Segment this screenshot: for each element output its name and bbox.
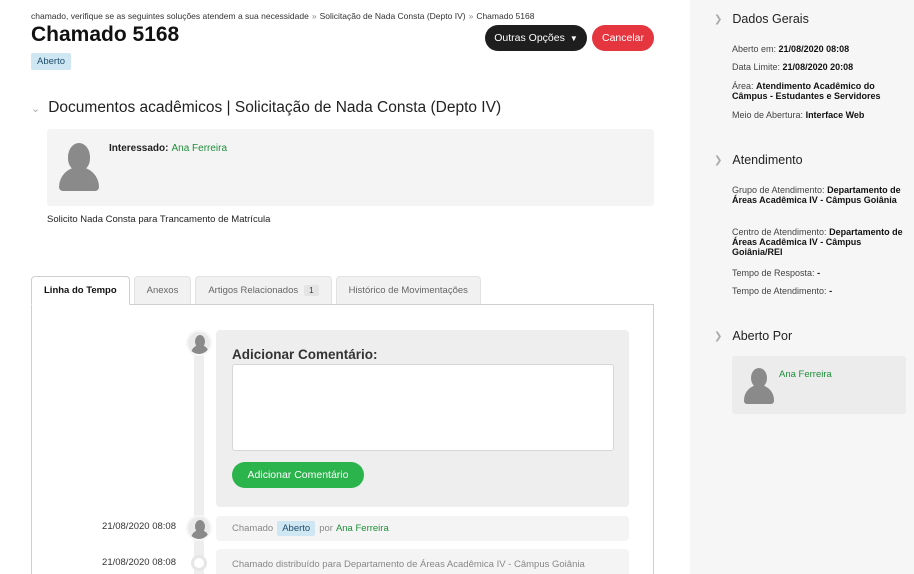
field-label: Grupo de Atendimento: (732, 185, 825, 195)
field-label: Aberto em: (732, 44, 777, 54)
chevron-right-icon: ❯ (714, 154, 723, 166)
channel-field: Meio de Abertura: Interface Web (732, 110, 908, 120)
section-toggle[interactable]: ⌄ Documentos acadêmicos | Solicitação de… (31, 99, 501, 117)
timeline-event: Chamado distribuído para Departamento de… (216, 549, 629, 574)
more-options-label: Outras Opções (494, 32, 565, 44)
ticket-description: Solicito Nada Consta para Trancamento de… (47, 214, 271, 225)
sidebar-section-opened-by[interactable]: ❯ Aberto Por (714, 329, 792, 343)
event-prefix: Chamado (232, 523, 274, 534)
event-text: Chamado distribuído para Departamento de… (232, 559, 585, 570)
field-value: - (829, 286, 833, 296)
comment-title: Adicionar Comentário: (232, 347, 378, 362)
breadcrumb-separator: » (311, 11, 317, 21)
tab-bar: Linha do Tempo Anexos Artigos Relacionad… (31, 276, 485, 305)
section-title: Dados Gerais (732, 12, 809, 26)
field-value: Interface Web (805, 110, 865, 120)
service-group-field: Grupo de Atendimento: Departamento de Ár… (732, 185, 908, 205)
event-by: por (319, 523, 333, 534)
user-avatar-icon (59, 143, 99, 191)
field-value: 21/08/2020 20:08 (782, 62, 854, 72)
timeline-date: 21/08/2020 08:08 (102, 521, 176, 532)
sidebar: ❯ Dados Gerais Aberto em: 21/08/2020 08:… (690, 0, 914, 574)
breadcrumb-item-service[interactable]: Solicitação de Nada Consta (Depto IV) (320, 11, 466, 21)
timeline-date: 21/08/2020 08:08 (102, 557, 176, 568)
field-value: 21/08/2020 08:08 (778, 44, 850, 54)
section-title: Aberto Por (732, 329, 793, 343)
section-title: Documentos acadêmicos | Solicitação de N… (48, 99, 502, 116)
user-avatar-icon (186, 515, 212, 541)
timeline-dot (191, 555, 207, 571)
comment-form: Adicionar Comentário: Adicionar Comentár… (216, 330, 629, 507)
status-badge: Aberto (31, 53, 71, 70)
user-avatar-icon (744, 368, 774, 404)
opened-at-field: Aberto em: 21/08/2020 08:08 (732, 44, 908, 54)
section-title: Atendimento (732, 153, 803, 167)
area-field: Área: Atendimento Acadêmico do Câmpus - … (732, 81, 908, 101)
requester-card: Interessado: Ana Ferreira (47, 129, 654, 206)
field-label: Centro de Atendimento: (732, 227, 827, 237)
chevron-right-icon: ❯ (714, 330, 723, 342)
tab-label: Artigos Relacionados (208, 285, 299, 296)
interested-field: Interessado: Ana Ferreira (109, 143, 227, 154)
tab-movement-history[interactable]: Histórico de Movimentações (335, 276, 481, 304)
breadcrumb-separator: » (468, 11, 474, 21)
tab-timeline[interactable]: Linha do Tempo (31, 276, 130, 305)
sidebar-section-general[interactable]: ❯ Dados Gerais (714, 12, 809, 26)
field-label: Área: (732, 81, 754, 91)
chevron-right-icon: ❯ (714, 13, 723, 25)
more-options-button[interactable]: Outras Opções ▼ (485, 25, 587, 51)
breadcrumb-item-solutions[interactable]: chamado, verifique se as seguintes soluç… (31, 11, 309, 21)
field-label: Tempo de Resposta: (732, 268, 815, 278)
page-title: Chamado 5168 (31, 23, 180, 46)
field-label: Data Limite: (732, 62, 781, 72)
field-label: Meio de Abertura: (732, 110, 804, 120)
main-content: chamado, verifique se as seguintes soluç… (0, 0, 690, 574)
response-time-field: Tempo de Resposta: - (732, 268, 908, 278)
count-badge: 1 (304, 285, 319, 296)
opener-name-link[interactable]: Ana Ferreira (779, 369, 832, 380)
user-avatar-icon (186, 330, 212, 356)
timeline-event: Chamado Aberto por Ana Ferreira (216, 516, 629, 541)
field-value: - (817, 268, 821, 278)
deadline-field: Data Limite: 21/08/2020 20:08 (732, 62, 908, 72)
breadcrumb-item-current: Chamado 5168 (476, 11, 535, 21)
chevron-down-icon: ⌄ (31, 102, 41, 115)
status-badge: Aberto (277, 521, 316, 536)
comment-input[interactable] (232, 364, 614, 451)
chevron-down-icon: ▼ (569, 33, 578, 43)
field-value: Atendimento Acadêmico do Câmpus - Estuda… (732, 81, 881, 101)
attendance-time-field: Tempo de Atendimento: - (732, 286, 908, 296)
service-center-field: Centro de Atendimento: Departamento de Á… (732, 227, 908, 257)
interested-name-link[interactable]: Ana Ferreira (171, 143, 227, 154)
field-label: Tempo de Atendimento: (732, 286, 827, 296)
tab-related-articles[interactable]: Artigos Relacionados 1 (195, 276, 332, 304)
add-comment-button[interactable]: Adicionar Comentário (232, 462, 364, 488)
breadcrumb: chamado, verifique se as seguintes soluç… (31, 11, 534, 21)
sidebar-section-service[interactable]: ❯ Atendimento (714, 153, 803, 167)
event-user-link[interactable]: Ana Ferreira (336, 523, 389, 534)
opener-card: Ana Ferreira (732, 356, 906, 414)
cancel-button[interactable]: Cancelar (592, 25, 654, 51)
interested-label: Interessado: (109, 143, 169, 154)
tab-attachments[interactable]: Anexos (133, 276, 192, 304)
